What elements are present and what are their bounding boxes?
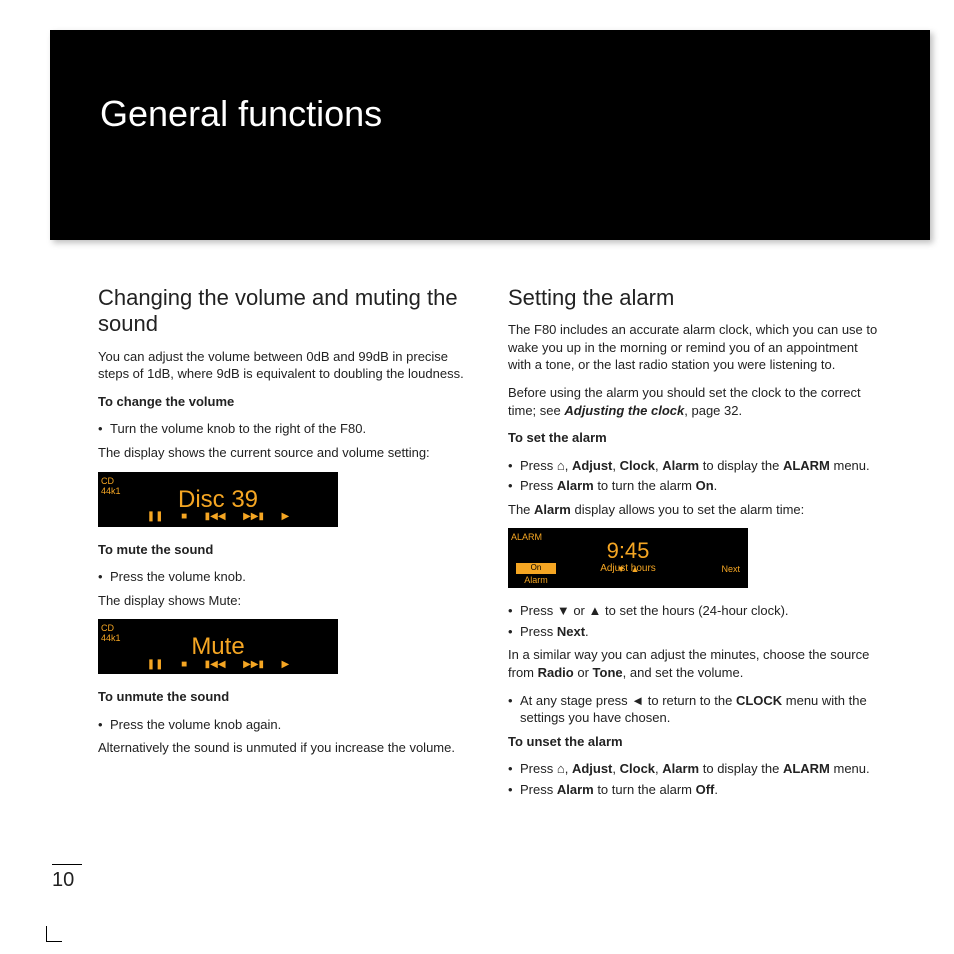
left-column: Changing the volume and muting the sound… [98, 285, 468, 801]
lcd-display-disc: CD 44k1 Disc 39 ❚❚ ■ ▮◀◀ ▶▶▮ ▶ [98, 472, 338, 527]
subheading: To unmute the sound [98, 688, 468, 706]
body-text: In a similar way you can adjust the minu… [508, 646, 878, 681]
lcd-rate: 44k1 [101, 632, 121, 644]
list-item: Press the volume knob again. [98, 716, 468, 734]
cross-ref: Adjusting the clock [564, 403, 684, 418]
right-column: Setting the alarm The F80 includes an ac… [508, 285, 878, 801]
manual-page: General functions Changing the volume an… [0, 0, 954, 831]
subheading: To change the volume [98, 393, 468, 411]
list-item: Press Alarm to turn the alarm On. [508, 477, 878, 495]
list-item: Press ⌂, Adjust, Clock, Alarm to display… [508, 457, 878, 475]
play-icon: ▶ [281, 658, 289, 672]
lcd-symbols: ❚❚ ■ ▮◀◀ ▶▶▮ ▶ [98, 510, 338, 524]
home-icon: ⌂ [557, 458, 565, 473]
subheading: To set the alarm [508, 429, 878, 447]
subheading: To unset the alarm [508, 733, 878, 751]
down-triangle-icon: ▼ [617, 564, 626, 574]
body-text: The display shows Mute: [98, 592, 468, 610]
content-columns: Changing the volume and muting the sound… [50, 285, 924, 801]
prev-icon: ▮◀◀ [205, 658, 226, 672]
lcd-bottom-row: On Alarm ▼ ▲ Next [508, 563, 748, 586]
stop-icon: ■ [181, 510, 187, 524]
down-triangle-icon: ▼ [557, 603, 570, 618]
lcd-time: 9:45 [508, 528, 748, 566]
body-text: Alternatively the sound is unmuted if yo… [98, 739, 468, 757]
body-text: The F80 includes an accurate alarm clock… [508, 321, 878, 374]
back-icon: ◄ [631, 693, 644, 708]
lcd-on-badge: On [516, 563, 556, 574]
list-item: Press the volume knob. [98, 568, 468, 586]
list-item: Press ▼ or ▲ to set the hours (24-hour c… [508, 602, 878, 620]
list-item: Turn the volume knob to the right of the… [98, 420, 468, 438]
pause-icon: ❚❚ [147, 658, 164, 672]
lcd-title: ALARM [511, 531, 542, 543]
page-title: General functions [100, 90, 880, 139]
stop-icon: ■ [181, 658, 187, 672]
lcd-display-alarm: ALARM 9:45 Adjust hours On Alarm ▼ ▲ Nex… [508, 528, 748, 588]
hero-banner: General functions [50, 30, 930, 240]
lcd-next-label: Next [700, 563, 740, 586]
lcd-display-mute: CD 44k1 Mute ❚❚ ■ ▮◀◀ ▶▶▮ ▶ [98, 619, 338, 674]
lcd-rate: 44k1 [101, 485, 121, 497]
body-text: The Alarm display allows you to set the … [508, 501, 878, 519]
body-text: The display shows the current source and… [98, 444, 468, 462]
up-triangle-icon: ▲ [631, 564, 640, 574]
subheading: To mute the sound [98, 541, 468, 559]
body-text: Before using the alarm you should set th… [508, 384, 878, 419]
section-heading: Setting the alarm [508, 285, 878, 311]
body-text: You can adjust the volume between 0dB an… [98, 348, 468, 383]
lcd-alarm-label: Alarm [524, 575, 548, 585]
list-item: Press Next. [508, 623, 878, 641]
next-icon: ▶▶▮ [243, 658, 264, 672]
home-icon: ⌂ [557, 761, 565, 776]
pause-icon: ❚❚ [147, 510, 164, 524]
lcd-symbols: ❚❚ ■ ▮◀◀ ▶▶▮ ▶ [98, 658, 338, 672]
list-item: Press Alarm to turn the alarm Off. [508, 781, 878, 799]
up-triangle-icon: ▲ [589, 603, 602, 618]
crop-mark-icon [46, 926, 62, 942]
play-icon: ▶ [281, 510, 289, 524]
list-item: At any stage press ◄ to return to the CL… [508, 692, 878, 727]
list-item: Press ⌂, Adjust, Clock, Alarm to display… [508, 760, 878, 778]
next-icon: ▶▶▮ [243, 510, 264, 524]
prev-icon: ▮◀◀ [205, 510, 226, 524]
page-number: 10 [52, 864, 82, 894]
section-heading: Changing the volume and muting the sound [98, 285, 468, 338]
